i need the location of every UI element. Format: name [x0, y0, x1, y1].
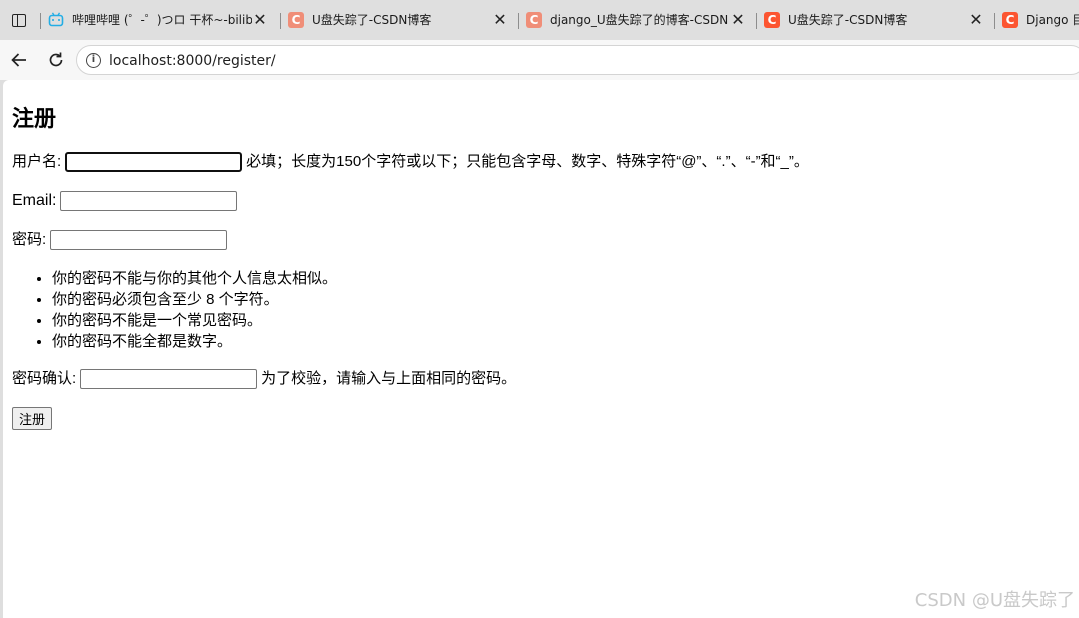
back-button[interactable] [9, 50, 29, 70]
username-input[interactable] [65, 152, 243, 172]
tab-title: 哔哩哔哩 (゜-゜)つロ 干杯~-bilibili [72, 13, 252, 27]
tab-csdn-blog-2[interactable]: C U盘失踪了-CSDN博客 ✕ [756, 4, 994, 36]
back-arrow-icon [11, 53, 26, 67]
address-bar[interactable]: i localhost:8000/register/ [76, 45, 1079, 75]
close-icon[interactable]: ✕ [730, 12, 746, 28]
csdn-icon: C [288, 12, 304, 28]
tab-separator [756, 13, 757, 29]
tab-title: U盘失踪了-CSDN博客 [312, 13, 432, 27]
password-rules-list: 你的密码不能与你的其他个人信息太相似。 你的密码必须包含至少 8 个字符。 你的… [12, 268, 337, 352]
username-row: 用户名: 必填；长度为150个字符或以下；只能包含字母、数字、特殊字符“@”、“… [12, 152, 809, 172]
email-label: Email: [12, 192, 57, 209]
tab-strip: 哔哩哔哩 (゜-゜)つロ 干杯~-bilibili ✕ C U盘失踪了-CSDN… [0, 0, 1079, 40]
confirm-row: 密码确认: 为了校验，请输入与上面相同的密码。 [12, 369, 516, 389]
browser-toolbar: i localhost:8000/register/ [0, 40, 1079, 80]
reload-icon [49, 52, 63, 67]
register-submit-button[interactable]: 注册 [12, 407, 53, 430]
tab-title: U盘失踪了-CSDN博客 [788, 13, 908, 27]
tab-actions-button[interactable] [8, 10, 30, 30]
watermark: CSDN @U盘失踪了 [914, 590, 1075, 611]
csdn-icon: C [1002, 12, 1018, 28]
password-confirm-help-text: 为了校验，请输入与上面相同的密码。 [261, 370, 517, 387]
close-icon[interactable]: ✕ [492, 12, 508, 28]
site-info-icon[interactable]: i [86, 53, 101, 68]
tab-csdn-django[interactable]: C django_U盘失踪了的博客-CSDN博 ✕ [518, 4, 756, 36]
window-icon [12, 13, 26, 27]
csdn-icon: C [526, 12, 542, 28]
csdn-icon: C [764, 12, 780, 28]
list-item: 你的密码不能与你的其他个人信息太相似。 [52, 268, 337, 289]
tab-title: Django 目录 [1026, 13, 1079, 27]
close-icon[interactable]: ✕ [968, 12, 984, 28]
username-help-text: 必填；长度为150个字符或以下；只能包含字母、数字、特殊字符“@”、“.”、“-… [246, 153, 809, 170]
password-input[interactable] [50, 230, 228, 250]
password-row: 密码: [12, 230, 231, 250]
tab-separator [40, 13, 41, 29]
page-title: 注册 [12, 106, 57, 131]
url-text: localhost:8000/register/ [109, 53, 276, 69]
close-icon[interactable]: ✕ [252, 12, 268, 28]
tab-separator [994, 13, 995, 29]
bilibili-icon [48, 12, 64, 28]
tab-django-directory[interactable]: C Django 目录 [994, 4, 1079, 36]
email-row: Email: [12, 191, 241, 211]
password-confirm-input[interactable] [80, 369, 258, 389]
password-confirm-label: 密码确认: [12, 370, 77, 387]
list-item: 你的密码不能是一个常见密码。 [52, 310, 337, 331]
tab-bilibili[interactable]: 哔哩哔哩 (゜-゜)つロ 干杯~-bilibili ✕ [40, 4, 280, 36]
email-input[interactable] [60, 191, 238, 211]
list-item: 你的密码不能全都是数字。 [52, 331, 337, 352]
reload-button[interactable] [46, 50, 66, 70]
tab-csdn-blog-1[interactable]: C U盘失踪了-CSDN博客 ✕ [280, 4, 518, 36]
tab-separator [518, 13, 519, 29]
tab-title: django_U盘失踪了的博客-CSDN博 [550, 13, 728, 27]
username-label: 用户名: [12, 153, 62, 170]
tab-separator [280, 13, 281, 29]
page-content: 注册 用户名: 必填；长度为150个字符或以下；只能包含字母、数字、特殊字符“@… [3, 80, 1079, 618]
list-item: 你的密码必须包含至少 8 个字符。 [52, 289, 337, 310]
password-label: 密码: [12, 231, 47, 248]
